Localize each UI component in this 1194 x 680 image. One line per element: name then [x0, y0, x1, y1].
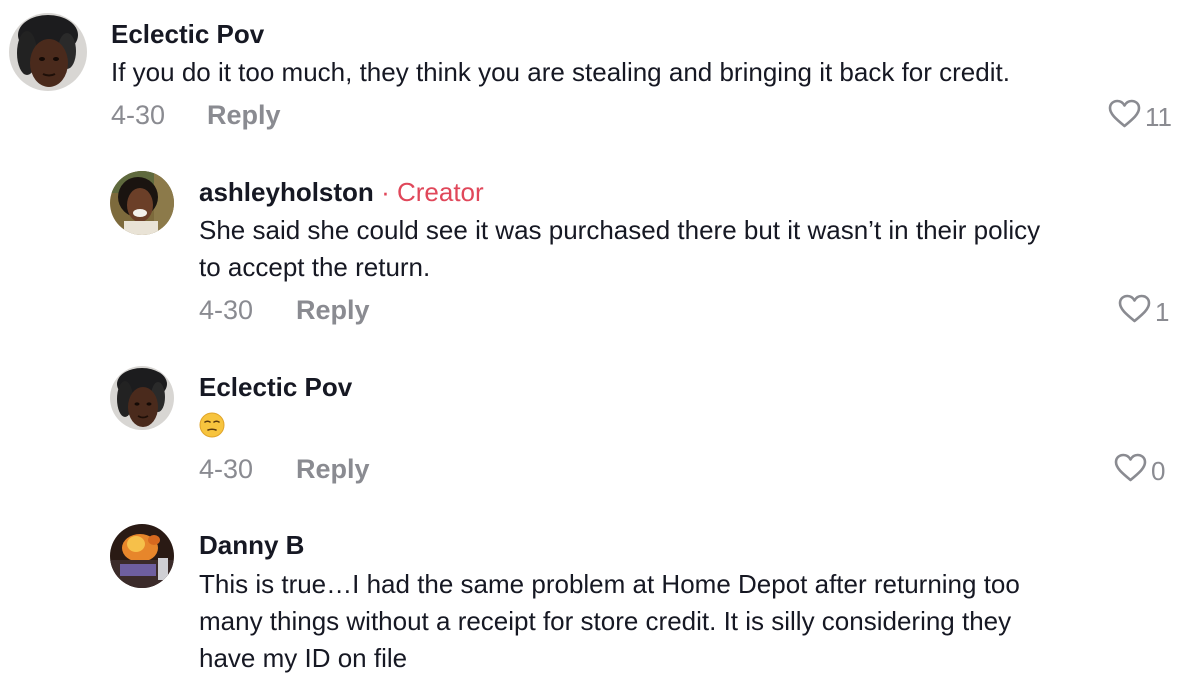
comment-username[interactable]: Eclectic Pov [111, 19, 264, 49]
like-count: 1 [1155, 296, 1170, 327]
creator-separator: · [381, 177, 390, 207]
comment-text-line: This is true…I had the same problem at H… [199, 569, 1020, 599]
reply-comment-item: Eclectic Pov 4-30 Reply 0 [0, 350, 1194, 510]
heart-outline-icon [1114, 453, 1147, 488]
comment-date: 4-30 [199, 295, 254, 325]
comment-text: She said she could see it was purchased … [199, 212, 1189, 286]
reply-button[interactable]: Reply [207, 99, 281, 131]
heart-outline-icon [1108, 99, 1141, 134]
comment-text-line: many things without a receipt for store … [199, 606, 1012, 636]
comment-username[interactable]: Eclectic Pov [199, 372, 352, 402]
avatar[interactable] [9, 13, 87, 91]
comment-text-line: have my ID on file [199, 643, 408, 673]
like-button[interactable]: 11 [1108, 99, 1172, 134]
comment-username[interactable]: ashleyholston · Creator [199, 177, 484, 207]
comment-username[interactable]: Danny B [199, 530, 304, 560]
reply-comment-item: ashleyholston · Creator She said she cou… [0, 150, 1194, 350]
reply-button[interactable]: Reply [296, 294, 370, 326]
comment-date: 4-30 [111, 100, 166, 130]
avatar[interactable] [110, 524, 174, 588]
avatar[interactable] [110, 366, 174, 430]
like-button[interactable]: 1 [1118, 294, 1169, 329]
like-count: 0 [1151, 455, 1166, 486]
comment-text-line: She said she could see it was purchased … [199, 215, 1041, 245]
comment-text: This is true…I had the same problem at H… [199, 566, 1189, 677]
username-text[interactable]: ashleyholston [199, 177, 374, 207]
reply-button[interactable]: Reply [296, 453, 370, 485]
like-button[interactable]: 0 [1114, 453, 1165, 488]
creator-badge: Creator [396, 177, 484, 207]
avatar[interactable] [110, 171, 174, 235]
unamused-face-emoji [199, 412, 225, 438]
comment-text: If you do it too much, they think you ar… [111, 57, 1010, 87]
comment-item: Eclectic Pov If you do it too much, they… [0, 0, 1194, 150]
like-count: 11 [1145, 101, 1172, 132]
comment-date: 4-30 [199, 454, 254, 484]
reply-comment-item: Danny B This is true…I had the same prob… [0, 510, 1194, 680]
comment-text-line: to accept the return. [199, 252, 431, 282]
heart-outline-icon [1118, 294, 1151, 329]
